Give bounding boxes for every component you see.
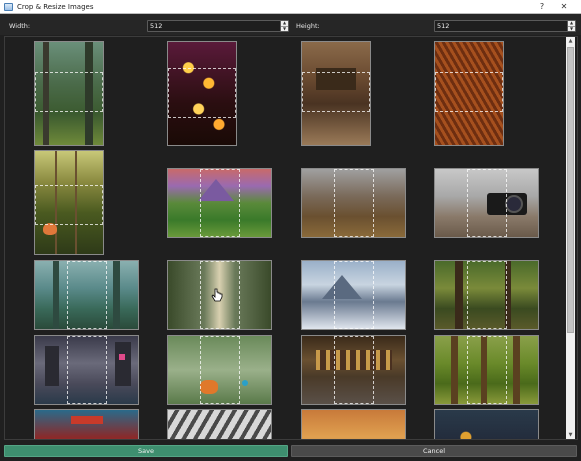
thumbnail[interactable]	[167, 335, 272, 405]
thumbnail[interactable]	[34, 409, 139, 439]
title-bar: Crop & Resize Images ? ✕	[0, 0, 581, 14]
thumbnail[interactable]	[434, 335, 539, 405]
scroll-down-icon[interactable]: ▼	[566, 431, 575, 439]
thumbnail[interactable]	[167, 168, 272, 238]
thumbnail[interactable]	[167, 41, 237, 146]
thumbnail[interactable]	[301, 335, 406, 405]
thumbnail[interactable]	[434, 41, 504, 146]
thumbnail[interactable]	[34, 260, 139, 330]
scrollbar-thumb[interactable]	[567, 47, 574, 333]
hand-cursor-icon	[211, 288, 223, 302]
save-button[interactable]: Save	[4, 445, 288, 457]
thumbnail[interactable]	[434, 260, 539, 330]
scroll-up-icon[interactable]: ▲	[566, 37, 575, 45]
width-value[interactable]: 512	[148, 22, 280, 30]
thumbnail[interactable]	[167, 409, 272, 439]
thumbnail[interactable]	[301, 168, 406, 238]
height-label: Height:	[296, 22, 320, 30]
help-button[interactable]: ?	[531, 0, 553, 14]
thumbnail[interactable]	[34, 150, 104, 255]
thumbnail[interactable]	[301, 409, 406, 439]
height-spinbox[interactable]: 512 ▲ ▼	[434, 20, 576, 32]
image-gallery[interactable]	[4, 36, 578, 440]
height-decrement-icon[interactable]: ▼	[568, 25, 575, 32]
window-title: Crop & Resize Images	[17, 2, 94, 11]
width-label: Width:	[9, 22, 31, 30]
height-value[interactable]: 512	[435, 22, 567, 30]
width-stepper[interactable]: ▲ ▼	[280, 21, 288, 31]
height-stepper[interactable]: ▲ ▼	[567, 21, 575, 31]
width-spinbox[interactable]: 512 ▲ ▼	[147, 20, 289, 32]
thumbnail[interactable]	[34, 41, 104, 146]
close-button[interactable]: ✕	[553, 0, 575, 14]
width-decrement-icon[interactable]: ▼	[281, 25, 288, 32]
thumbnail[interactable]	[301, 260, 406, 330]
thumbnail[interactable]	[434, 409, 539, 439]
thumbnail[interactable]	[34, 335, 139, 405]
app-window-icon	[4, 2, 13, 11]
thumbnail[interactable]	[301, 41, 371, 146]
cancel-button[interactable]: Cancel	[291, 445, 577, 457]
thumbnail[interactable]	[434, 168, 539, 238]
gallery-scrollbar[interactable]: ▲ ▼	[566, 37, 575, 439]
